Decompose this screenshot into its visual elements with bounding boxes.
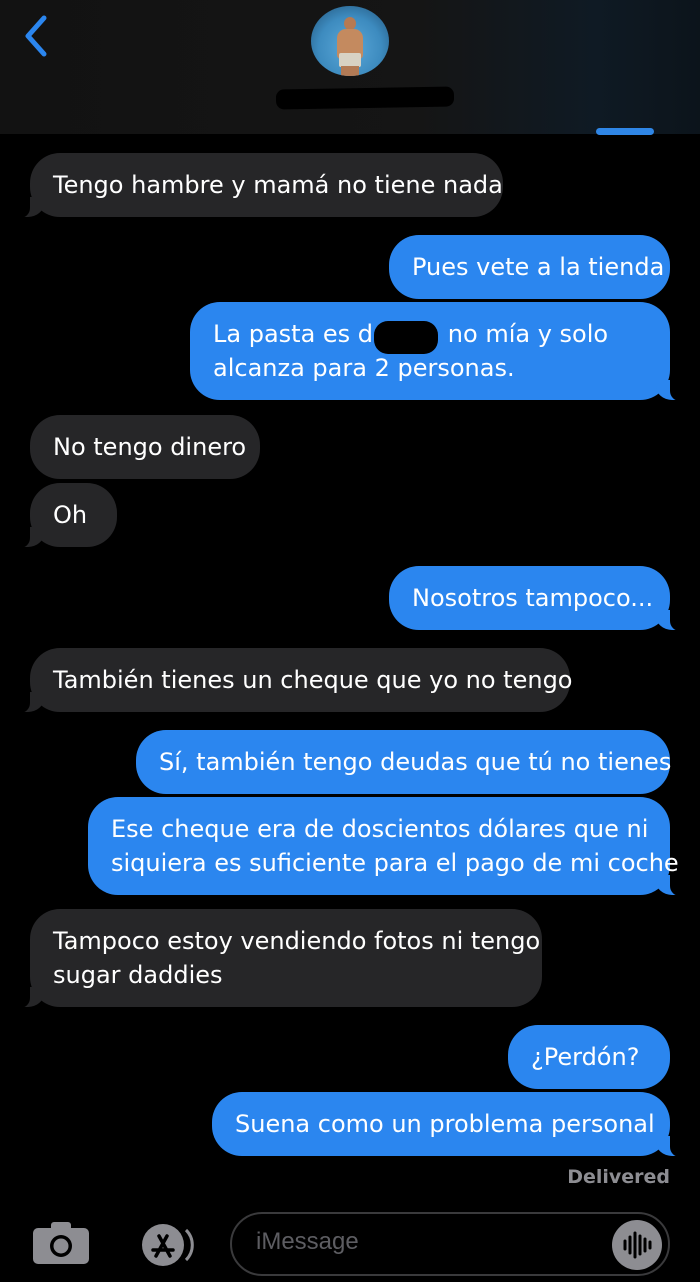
message-received[interactable]: No tengo dinero [30,415,260,479]
conversation-header [0,0,700,134]
message-sent[interactable]: Nosotros tampoco... [389,566,684,631]
message-text: siquiera es suficiente para el pago de m… [111,849,679,877]
message-text: Suena como un problema personal [235,1110,655,1138]
previous-message-edge [596,128,654,135]
redacted-word [374,321,438,354]
message-text: También tienes un cheque que yo no tengo [53,666,573,694]
message-text: ¿Perdón? [531,1043,640,1071]
app-store-icon[interactable] [129,1222,199,1268]
message-sent[interactable]: Suena como un problema personal [212,1092,684,1157]
message-text: Tengo hambre y mamá no tiene nada [53,171,503,199]
message-sent[interactable]: Ese cheque era de doscientos dólares que… [88,797,684,896]
message-received[interactable]: Tengo hambre y mamá no tiene nada [16,153,503,218]
message-text: La pasta es de [213,320,388,348]
contact-avatar[interactable] [311,6,389,76]
message-text: Oh [53,501,88,529]
message-text: Ese cheque era de doscientos dólares que… [111,815,649,843]
message-text: alcanza para 2 personas. [213,354,515,382]
message-text: no mía y solo [447,320,609,348]
message-text: Nosotros tampoco... [412,584,654,612]
message-received[interactable]: También tienes un cheque que yo no tengo [16,648,573,713]
message-sent[interactable]: ¿Perdón? [508,1025,670,1089]
message-text: Tampoco estoy vendiendo fotos ni tengo [53,927,541,955]
message-text: No tengo dinero [53,433,247,461]
message-text: Pues vete a la tienda [412,253,665,281]
message-text: Sí, también tengo deudas que tú no tiene… [159,748,672,776]
message-text: sugar daddies [53,961,223,989]
message-sent[interactable]: Pues vete a la tienda [389,235,670,299]
message-received[interactable]: Oh [16,483,117,548]
message-input-placeholder: iMessage [256,1228,359,1255]
message-received[interactable]: Tampoco estoy vendiendo fotos ni tengo s… [16,909,542,1008]
delivered-status: Delivered [567,1166,670,1188]
message-input[interactable]: iMessage [230,1212,670,1276]
audio-waveform-icon [623,1231,652,1259]
camera-icon[interactable] [31,1220,91,1266]
message-sent[interactable]: Sí, también tengo deudas que tú no tiene… [136,730,672,794]
chevron-left-icon[interactable] [20,14,54,58]
audio-record-button[interactable] [612,1220,662,1270]
redacted-contact-name [275,86,455,110]
